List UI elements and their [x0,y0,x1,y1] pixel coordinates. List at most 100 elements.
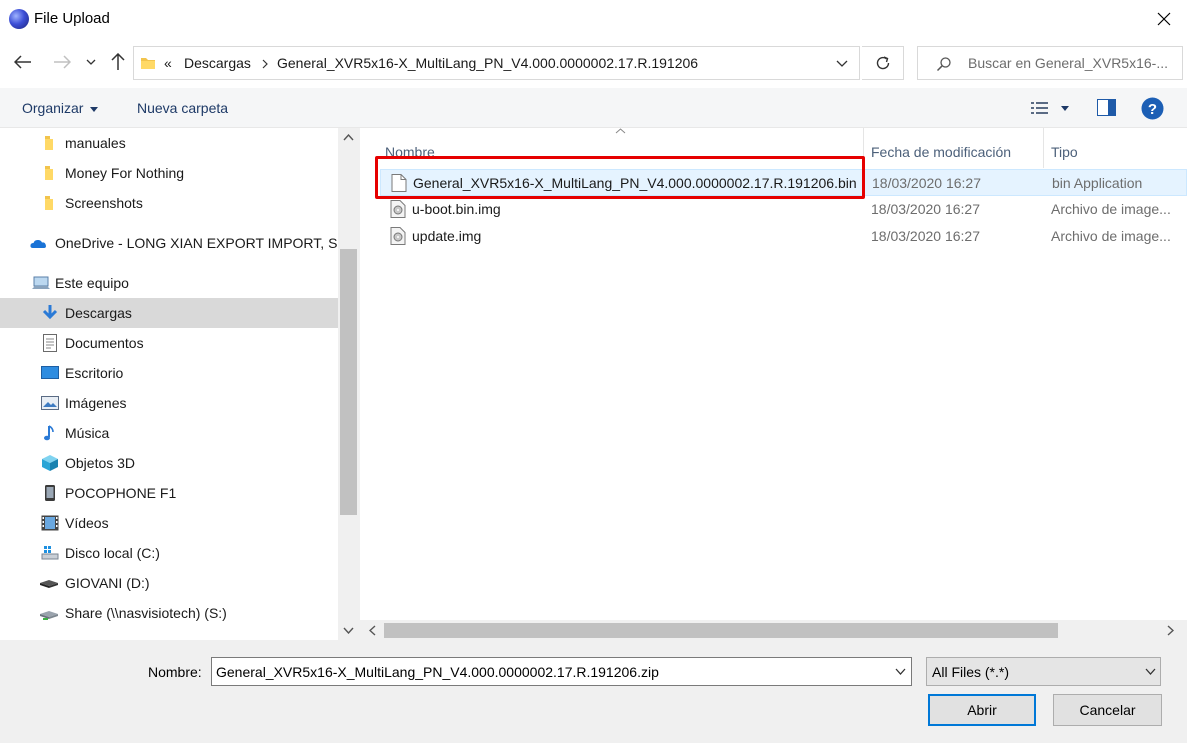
up-button[interactable] [105,47,131,77]
file-list: Nombre Fecha de modificación Tipo Genera… [360,128,1187,640]
sidebar-item-onedrive[interactable]: OneDrive - LONG XIAN EXPORT IMPORT, SL [0,228,345,258]
filename-value: General_XVR5x16-X_MultiLang_PN_V4.000.00… [216,664,659,680]
file-type: Archivo de image... [1051,228,1171,244]
chevron-right-icon[interactable] [262,59,268,69]
close-icon [1157,12,1170,26]
sidebar-item-descargas[interactable]: Descargas [0,298,338,328]
file-type: bin Application [1052,175,1143,191]
caret-down-icon [1061,106,1069,111]
up-arrow-icon [111,53,125,70]
sort-up-icon [615,128,626,134]
breadcrumb-overflow[interactable]: « [164,55,172,71]
refresh-icon [876,56,889,70]
caret-down-icon [90,106,99,112]
breadcrumb-current-folder[interactable]: General_XVR5x16-X_MultiLang_PN_V4.000.00… [277,55,698,71]
filename-input[interactable]: General_XVR5x16-X_MultiLang_PN_V4.000.00… [211,657,912,686]
help-button[interactable]: ? [1141,97,1164,120]
sidebar-item-este-equipo[interactable]: Este equipo [0,268,338,298]
sidebar-item-label: Este equipo [55,275,129,291]
sidebar-item-label: Vídeos [65,515,109,531]
scroll-left-icon[interactable] [369,625,376,636]
search-icon [936,57,951,72]
sidebar-item-label: Disco local (C:) [65,545,160,561]
network-drive-icon [40,611,58,620]
scroll-up-icon[interactable] [343,134,354,141]
sidebar-item-label: POCOPHONE F1 [65,485,177,501]
drive-icon [40,580,58,588]
change-view-button[interactable] [1028,98,1076,120]
refresh-button[interactable] [862,46,904,80]
sidebar-item-money-for-nothing[interactable]: Money For Nothing [0,158,338,188]
address-dropdown-icon[interactable] [836,60,848,67]
folder-icon [45,136,53,150]
horizontal-scrollbar-thumb[interactable] [384,623,1058,638]
back-arrow-icon [14,55,31,69]
sidebar-scrollbar-thumb[interactable] [340,249,357,515]
sidebar-item-label: Share (\\nasvisiotech) (S:) [65,605,227,621]
sidebar-item-imagenes[interactable]: Imágenes [0,388,338,418]
chevron-down-icon [1145,668,1156,675]
table-row[interactable]: update.img 18/03/2020 16:27 Archivo de i… [380,223,1187,250]
filename-dropdown-icon[interactable] [895,668,906,675]
cancel-button[interactable]: Cancelar [1053,694,1162,726]
sidebar-item-label: Imágenes [65,395,127,411]
chevron-down-icon [86,59,96,65]
address-bar[interactable]: « Descargas General_XVR5x16-X_MultiLang_… [133,46,860,80]
pictures-icon [41,396,59,410]
sidebar-item-label: GIOVANI (D:) [65,575,150,591]
sidebar-item-label: Música [65,425,110,441]
folder-icon [141,58,155,69]
dialog-footer [0,640,1187,743]
search-box[interactable]: Buscar en General_XVR5x16-... [917,46,1183,80]
sidebar-item-giovani[interactable]: GIOVANI (D:) [0,568,338,598]
title-bar [0,0,1187,38]
downloads-icon [42,305,58,320]
back-button[interactable] [10,47,36,77]
sidebar-item-share[interactable]: Share (\\nasvisiotech) (S:) [0,598,338,628]
annotation-highlight [375,156,865,199]
window-title: File Upload [34,10,110,27]
sidebar-item-label: Documentos [65,335,144,351]
forward-arrow-icon [54,55,71,69]
svg-text:?: ? [1148,101,1157,118]
forward-button[interactable] [49,47,75,77]
videos-icon [41,515,59,531]
recent-locations-button[interactable] [80,47,102,77]
sidebar-item-documentos[interactable]: Documentos [0,328,338,358]
close-button[interactable] [1140,0,1187,38]
table-row[interactable]: u-boot.bin.img 18/03/2020 16:27 Archivo … [380,196,1187,223]
scroll-right-icon[interactable] [1167,625,1174,636]
sidebar-item-objetos-3d[interactable]: Objetos 3D [0,448,338,478]
sidebar-item-pocophone[interactable]: POCOPHONE F1 [0,478,338,508]
sidebar-item-label: Objetos 3D [65,455,136,471]
music-icon [44,425,54,441]
column-header-type[interactable]: Tipo [1051,144,1078,160]
sidebar-item-musica[interactable]: Música [0,418,338,448]
sidebar-item-escritorio[interactable]: Escritorio [0,358,338,388]
column-header-date[interactable]: Fecha de modificación [871,144,1011,160]
breadcrumb-descargas[interactable]: Descargas [184,55,251,71]
column-divider[interactable] [1043,128,1044,168]
file-name: u-boot.bin.img [412,201,501,217]
sidebar-item-videos[interactable]: Vídeos [0,508,338,538]
sidebar-item-disco-local[interactable]: Disco local (C:) [0,538,338,568]
sidebar-item-label: Escritorio [65,365,124,381]
file-type: Archivo de image... [1051,201,1171,217]
scroll-down-icon[interactable] [343,627,354,634]
organize-button[interactable]: Organizar [22,100,99,116]
help-icon: ? [1141,97,1164,120]
file-type-value: All Files (*.*) [932,664,1010,680]
sidebar-item-manuales[interactable]: manuales [0,128,338,158]
open-button[interactable]: Abrir [928,694,1036,726]
disc-image-icon [390,227,406,245]
sidebar-item-label: OneDrive - LONG XIAN EXPORT IMPORT, SL [55,235,346,251]
file-date: 18/03/2020 16:27 [872,175,981,191]
preview-pane-button[interactable] [1097,99,1117,119]
disc-image-icon [390,200,406,218]
file-name: update.img [412,228,482,244]
sidebar-item-label: manuales [65,135,126,151]
preview-pane-icon [1097,99,1116,116]
sidebar-item-screenshots[interactable]: Screenshots [0,188,338,218]
new-folder-button[interactable]: Nueva carpeta [137,100,228,116]
file-type-select[interactable]: All Files (*.*) [926,657,1161,686]
